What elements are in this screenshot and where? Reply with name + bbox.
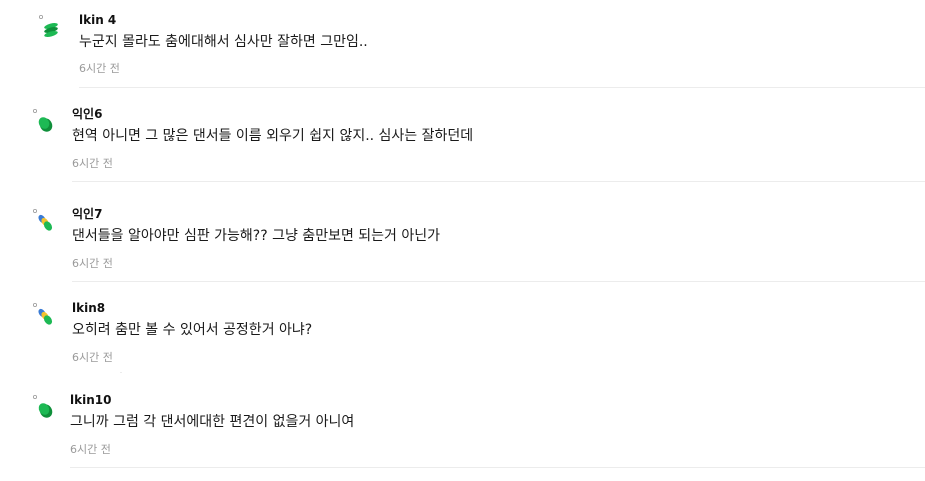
- comment-text: 그니까 그럼 각 댄서에대한 편견이 없을거 아니여: [70, 414, 355, 430]
- comment-timestamp: 6시간 전: [70, 443, 111, 456]
- green-leaf-icon[interactable]: [32, 394, 54, 418]
- divider: [70, 467, 925, 468]
- comment-item: lkin10 그니까 그럼 각 댄서에대한 편견이 없을거 아니여 6시간 전: [0, 0, 925, 468]
- comment-nickname[interactable]: lkin10: [70, 392, 111, 408]
